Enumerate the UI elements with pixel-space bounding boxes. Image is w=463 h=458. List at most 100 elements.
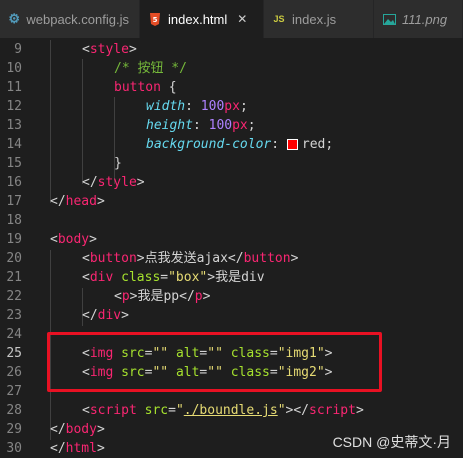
line-number: 11 (6, 80, 22, 95)
tab-label: webpack.config.js (26, 11, 129, 27)
code-line[interactable]: 16 </style> (0, 173, 463, 192)
code-token: > (96, 441, 105, 456)
watermark: CSDN @史蒂文·月 (332, 434, 451, 450)
code-text: </body> (50, 420, 105, 439)
html5-icon: 5 (148, 12, 162, 26)
code-line[interactable]: 13 height: 100px; (0, 116, 463, 135)
code-line[interactable]: 22 <p>我是pp</p> (0, 287, 463, 306)
code-line[interactable]: 20 <button>点我发送ajax</button> (0, 249, 463, 268)
code-line[interactable]: 11 button { (0, 78, 463, 97)
line-number: 16 (6, 175, 22, 190)
code-token: red (301, 137, 326, 152)
tab-webpack-config[interactable]: ⚙ webpack.config.js (0, 0, 140, 38)
tab-111-png[interactable]: 111.png (374, 0, 463, 38)
code-token: p (121, 289, 130, 304)
code-token: { (160, 80, 177, 95)
code-text: </head> (50, 192, 105, 211)
code-token: ; (325, 137, 334, 152)
code-token: script (89, 403, 137, 418)
code-token: button (114, 80, 161, 95)
code-token: div (97, 308, 122, 323)
code-token: : (192, 118, 209, 133)
code-text: /* 按钮 */ (114, 59, 187, 78)
code-token: < (82, 251, 90, 266)
code-token: px (232, 118, 248, 133)
code-token: body (57, 232, 90, 247)
code-line[interactable]: 15} (0, 154, 463, 173)
code-token: } (114, 156, 122, 171)
code-token: : (185, 99, 201, 114)
gear-icon: ⚙ (8, 11, 21, 26)
code-token: div (89, 270, 114, 285)
code-line[interactable]: 23 </div> (0, 306, 463, 325)
line-number: 29 (6, 422, 22, 437)
code-token: style (89, 42, 129, 57)
code-line[interactable]: 19 <body> (0, 230, 463, 249)
code-token: >点我发送ajax</ (136, 251, 244, 266)
code-line[interactable]: 10 /* 按钮 */ (0, 59, 463, 78)
code-token: px (224, 99, 240, 114)
code-token: >我是div (207, 270, 265, 285)
code-token: < (50, 232, 58, 247)
code-text: <div class="box">我是div (82, 268, 265, 287)
code-token: </ (82, 175, 98, 190)
code-token: style (97, 175, 137, 190)
code-token: = (160, 270, 169, 285)
code-token: body (65, 422, 97, 437)
code-token: width (146, 99, 186, 114)
code-line[interactable]: 21 <div class="box">我是div (0, 268, 463, 287)
code-text: </html> (50, 439, 105, 458)
tab-index-html[interactable]: 5 index.html ✕ (140, 0, 264, 38)
code-token: ></ (285, 403, 309, 418)
code-text: <script src="./boundle.js"></script> (82, 401, 364, 420)
code-token: = (168, 403, 176, 418)
code-token: ; (239, 99, 248, 114)
line-number: 12 (6, 99, 22, 114)
code-token: height (146, 118, 193, 133)
code-token: /* 按钮 */ (114, 61, 187, 76)
code-line[interactable]: 9 <style> (0, 40, 463, 59)
code-token: > (136, 175, 145, 190)
code-token: > (355, 403, 364, 418)
code-token: > (121, 308, 129, 323)
code-line[interactable]: 17 </head> (0, 192, 463, 211)
code-token: > (128, 42, 137, 57)
line-number: 26 (6, 365, 22, 380)
svg-text:5: 5 (153, 16, 158, 24)
close-icon[interactable]: ✕ (237, 12, 247, 26)
code-editor[interactable]: 9 <style> 10/* 按钮 */11 button {12 width: 100… (0, 40, 463, 458)
code-token: > (96, 422, 105, 437)
tab-index-js[interactable]: JS index.js (264, 0, 374, 38)
code-token: </ (50, 422, 66, 437)
code-line[interactable]: 18 (0, 211, 463, 230)
color-swatch-icon[interactable] (286, 139, 298, 150)
line-number: 17 (6, 194, 22, 209)
code-token: </ (50, 441, 66, 456)
code-line[interactable]: 12 width: 100px; (0, 97, 463, 116)
code-token: src (144, 403, 169, 418)
code-token: head (65, 194, 97, 209)
line-number: 24 (6, 327, 22, 342)
code-token: > (290, 251, 299, 266)
line-number: 27 (6, 384, 22, 399)
code-token: >我是pp</ (129, 289, 195, 304)
code-text: <p>我是pp</p> (114, 287, 210, 306)
js-icon: JS (273, 14, 285, 24)
code-token: < (82, 403, 90, 418)
code-text: button { (114, 78, 177, 97)
code-line[interactable]: 28 <script src="./boundle.js"></script> (0, 401, 463, 420)
code-token: button (243, 251, 291, 266)
code-token: > (89, 232, 97, 247)
code-text: </style> (82, 173, 145, 192)
code-line[interactable]: 14 background-color: red; (0, 135, 463, 154)
code-token: ; (247, 118, 256, 133)
code-token: 100 (208, 118, 233, 133)
line-number: 10 (6, 61, 22, 76)
code-token: class (121, 270, 161, 285)
code-token: < (82, 42, 90, 57)
line-number: 14 (6, 137, 22, 152)
code-token: p (194, 289, 203, 304)
line-number: 28 (6, 403, 22, 418)
code-text: <button>点我发送ajax</button> (82, 249, 298, 268)
